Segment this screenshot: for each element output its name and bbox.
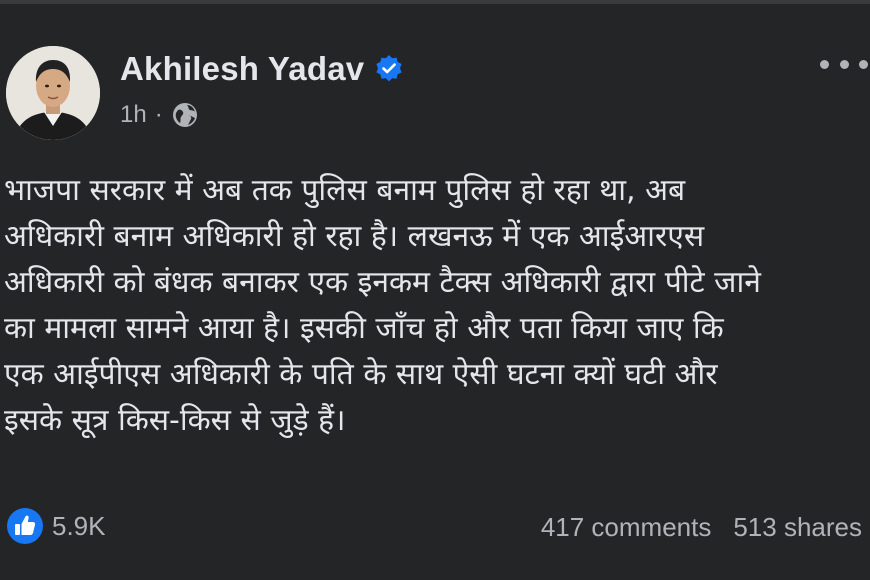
post-meta: 1h · [120,101,199,129]
meta-separator: · [154,101,163,128]
more-dot-icon [820,59,829,69]
profile-photo [6,46,100,140]
post-text-line: का मामला सामने आया है। इसकी जाँच हो और प… [4,311,724,346]
more-dot-icon [859,59,868,69]
engagement-stats: 417 comments 513 shares [541,512,862,543]
reactions-summary[interactable]: 5.9K [6,507,106,545]
post-text-line: अधिकारी को बंधक बनाकर एक इनकम टैक्स अधिक… [4,265,761,300]
like-reaction-icon [7,508,43,544]
comments-count[interactable]: 417 comments [541,512,712,543]
verified-badge-icon [376,55,402,82]
post-card: Akhilesh Yadav 1h · भाजपा सरकार में अब त… [0,0,870,580]
post-body: भाजपा सरकार में अब तक पुलिस बनाम पुलिस ह… [4,168,870,444]
post-text-line: भाजपा सरकार में अब तक पुलिस बनाम पुलिस ह… [4,173,686,208]
reaction-count: 5.9K [52,510,106,541]
post-time[interactable]: 1h [120,101,147,129]
author-row: Akhilesh Yadav [120,50,404,88]
globe-icon[interactable] [171,101,199,129]
shares-count[interactable]: 513 shares [733,512,862,543]
author-name[interactable]: Akhilesh Yadav [120,50,364,88]
post-text-line: इसके सूत्र किस-किस से जुड़े हैं। [4,403,346,438]
avatar[interactable] [6,46,100,140]
post-text-line: अधिकारी बनाम अधिकारी हो रहा है। लखनऊ में… [4,219,705,254]
top-divider [0,0,870,4]
post-text-line: एक आईपीएस अधिकारी के पति के साथ ऐसी घटना… [4,357,718,392]
more-dot-icon [839,59,849,69]
more-options-button[interactable] [820,52,868,76]
